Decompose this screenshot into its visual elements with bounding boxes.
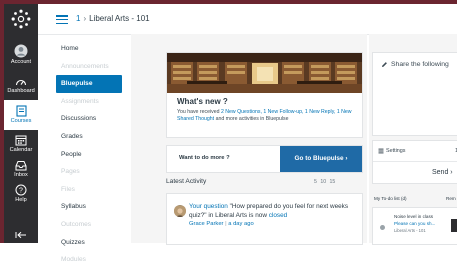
global-nav-calendar[interactable]: Calendar: [4, 134, 38, 153]
global-nav: Account Dashboard Courses Calendar Inbox…: [4, 4, 38, 243]
pencil-icon: [382, 62, 387, 67]
todo-item-action-button[interactable]: [451, 219, 457, 232]
course-nav-home[interactable]: Home: [56, 40, 122, 58]
course-nav-discussions[interactable]: Discussions: [56, 110, 122, 128]
global-nav-help[interactable]: ? Help: [4, 184, 38, 203]
activity-author[interactable]: Grace Parker: [189, 221, 223, 227]
do-more-card: Want to do more ? Go to Bluepulse ›: [166, 145, 363, 173]
send-button[interactable]: Send ›: [432, 169, 453, 176]
settings-icon[interactable]: [378, 148, 384, 154]
todo-item-course: Liberal Arts - 101: [394, 228, 426, 233]
breadcrumb: 1 › Liberal Arts - 101: [76, 14, 150, 23]
todo-status-dot: [380, 225, 385, 230]
avatar: [174, 205, 186, 217]
global-nav-courses-label: Courses: [10, 118, 32, 124]
todo-item-link[interactable]: Please can you sh...: [394, 221, 435, 226]
course-nav-assignments[interactable]: Assignments: [56, 93, 122, 111]
breadcrumb-course-name: Liberal Arts - 101: [89, 14, 150, 23]
calendar-icon: [15, 135, 27, 146]
activity-status-link[interactable]: closed: [269, 212, 287, 219]
hamburger-menu-icon[interactable]: [56, 15, 68, 25]
top-bar: 1 › Liberal Arts - 101: [38, 4, 457, 35]
new-followup-link[interactable]: 1 New Follow-up,: [263, 109, 303, 115]
activity-text: Your question "How prepared do you feel …: [189, 203, 357, 220]
dashboard-icon: [15, 79, 27, 86]
settings-label[interactable]: Settings: [386, 148, 405, 154]
global-nav-dashboard-label: Dashboard: [7, 88, 35, 94]
global-nav-inbox-label: Inbox: [14, 172, 28, 178]
inbox-icon: [15, 161, 27, 171]
svg-text:?: ?: [19, 188, 23, 195]
go-to-bluepulse-button[interactable]: Go to Bluepulse ›: [280, 146, 362, 172]
activity-meta-separator: |: [225, 221, 227, 227]
latest-activity-page-size[interactable]: 5 10 15: [314, 179, 335, 185]
global-nav-calendar-label: Calendar: [9, 147, 33, 153]
course-nav-people[interactable]: People: [56, 146, 122, 164]
whats-new-card: What's new ? You have received 2 New Que…: [166, 52, 363, 138]
course-nav: Home Announcements Bluepulse Assignments…: [56, 40, 122, 269]
whats-new-text: You have received 2 New Questions, 1 New…: [177, 109, 359, 123]
latest-activity-title: Latest Activity: [166, 178, 207, 185]
activity-time: a day ago: [228, 221, 254, 227]
global-nav-inbox[interactable]: Inbox: [4, 160, 38, 178]
todo-item-title: Noise level in class: [394, 214, 434, 219]
global-nav-help-label: Help: [15, 197, 27, 203]
app-window: Account Dashboard Courses Calendar Inbox…: [0, 0, 457, 263]
course-nav-syllabus[interactable]: Syllabus: [56, 198, 122, 216]
breadcrumb-course-number[interactable]: 1: [76, 14, 80, 23]
activity-meta: Grace Parker | a day ago: [189, 221, 254, 227]
collapse-arrow-icon[interactable]: [15, 231, 27, 239]
course-nav-files[interactable]: Files: [56, 181, 122, 199]
global-nav-account-label: Account: [10, 59, 32, 65]
todo-list-right-label[interactable]: Rem: [446, 196, 456, 201]
activity-item: Your question "How prepared do you feel …: [166, 193, 363, 245]
new-reply-link[interactable]: 1 New Reply,: [305, 109, 335, 115]
settings-card: Settings 1 Send ›: [372, 140, 457, 184]
course-nav-quizzes[interactable]: Quizzes: [56, 234, 122, 252]
course-nav-modules[interactable]: Modules: [56, 251, 122, 269]
course-nav-announcements[interactable]: Announcements: [56, 58, 122, 76]
todo-item[interactable]: Noise level in class Please can you sh..…: [372, 207, 457, 245]
help-icon: ?: [15, 184, 27, 196]
whats-new-suffix: and more activities in Bluepulse: [215, 116, 289, 122]
course-nav-grades[interactable]: Grades: [56, 128, 122, 146]
breadcrumb-separator: ›: [83, 14, 87, 23]
share-input[interactable]: Share the following: [391, 61, 449, 68]
person-photo-icon: [174, 206, 186, 217]
new-questions-link[interactable]: 2 New Questions,: [221, 109, 262, 115]
global-nav-dashboard[interactable]: Dashboard: [4, 76, 38, 94]
whats-new-prefix: You have received: [177, 109, 220, 115]
global-nav-account[interactable]: Account: [4, 44, 38, 65]
canvas-logo-icon[interactable]: [10, 8, 32, 30]
global-nav-courses[interactable]: Courses: [4, 100, 38, 130]
library-hero-image: [167, 53, 362, 93]
share-card[interactable]: Share the following: [372, 52, 457, 136]
your-question-link[interactable]: Your question: [189, 203, 228, 210]
course-nav-bluepulse[interactable]: Bluepulse: [56, 75, 122, 93]
account-icon: [14, 44, 28, 58]
whats-new-title: What's new ?: [177, 97, 228, 106]
todo-list-title: My To-do list (d): [374, 196, 407, 201]
do-more-question: Want to do more ?: [179, 155, 230, 161]
course-nav-pages[interactable]: Pages: [56, 163, 122, 181]
courses-icon: [15, 105, 27, 117]
settings-divider: [373, 161, 457, 162]
course-nav-outcomes[interactable]: Outcomes: [56, 216, 122, 234]
